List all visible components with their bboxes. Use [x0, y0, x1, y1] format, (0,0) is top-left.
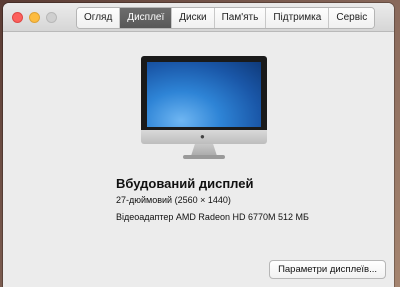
about-this-mac-window: Огляд Дисплеї Диски Пам'ять Підтримка Се… — [3, 3, 394, 287]
tab-storage[interactable]: Диски — [172, 8, 215, 28]
displays-pane: ● Вбудований дисплей 27-дюймовий (2560 ×… — [3, 32, 394, 287]
apple-logo-icon: ● — [200, 132, 205, 141]
tab-displays[interactable]: Дисплеї — [120, 8, 173, 28]
tab-support[interactable]: Підтримка — [266, 8, 330, 28]
tab-bar: Огляд Дисплеї Диски Пам'ять Підтримка Се… — [76, 7, 376, 29]
imac-foot — [183, 155, 225, 159]
zoom-icon[interactable] — [46, 12, 57, 23]
imac-screen — [147, 62, 261, 127]
minimize-icon[interactable] — [29, 12, 40, 23]
display-size: 27-дюймовий (2560 × 1440) — [116, 195, 231, 205]
tab-service[interactable]: Сервіс — [329, 8, 375, 28]
close-icon[interactable] — [12, 12, 23, 23]
display-gpu: Відеоадаптер AMD Radeon HD 6770M 512 МБ — [116, 212, 309, 222]
title-bar[interactable]: Огляд Дисплеї Диски Пам'ять Підтримка Се… — [3, 3, 394, 32]
tab-memory[interactable]: Пам'ять — [214, 8, 267, 28]
tab-overview[interactable]: Огляд — [77, 8, 121, 28]
display-settings-button[interactable]: Параметри дисплеїв... — [269, 260, 386, 279]
display-title: Вбудований дисплей — [116, 176, 254, 191]
imac-icon: ● — [141, 56, 267, 161]
